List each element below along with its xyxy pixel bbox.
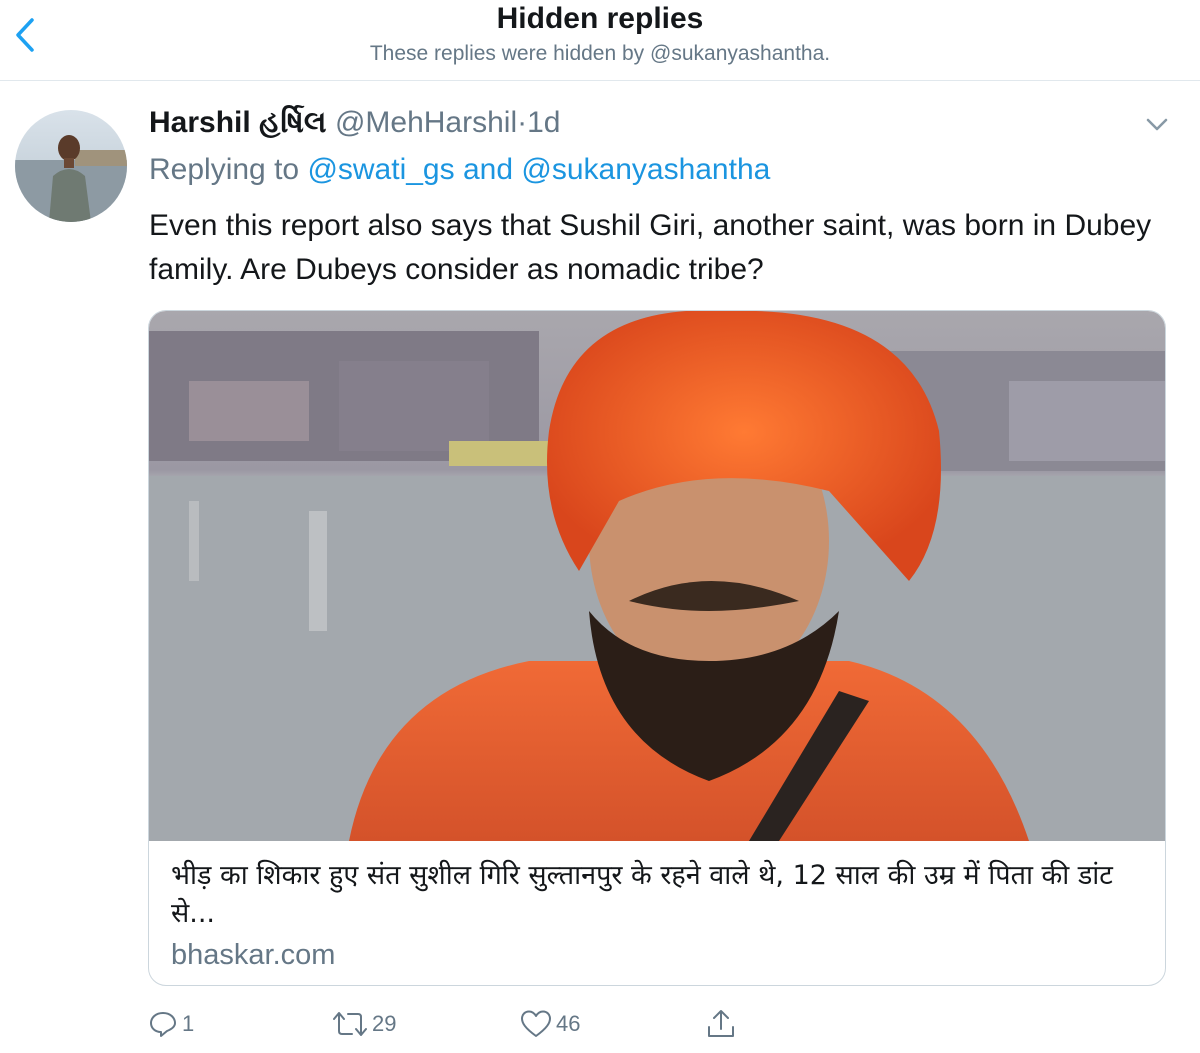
replying-to: Replying to @swati_gs and @sukanyashanth… <box>149 150 770 190</box>
reply-user-link-1[interactable]: @swati_gs <box>307 153 454 186</box>
header: Hidden replies These replies were hidden… <box>0 0 1200 81</box>
timestamp[interactable]: 1d <box>527 106 560 139</box>
like-button[interactable]: 46 <box>520 1006 580 1042</box>
retweet-button[interactable]: 29 <box>332 1006 396 1042</box>
retweet-count: 29 <box>372 1011 397 1036</box>
tweet-text: Even this report also says that Sushil G… <box>149 209 1152 286</box>
heart-icon <box>521 1010 551 1037</box>
replying-prefix: Replying to <box>149 153 300 186</box>
card-image <box>149 311 1165 841</box>
avatar-photo <box>15 110 127 222</box>
tweet-header: Harshil હર્ષિલ @MehHarshil·1d <box>149 103 561 143</box>
card-domain: bhaskar.com <box>171 939 336 971</box>
tweet-actions: 1 29 46 <box>0 1000 1200 1050</box>
avatar[interactable] <box>15 110 127 222</box>
page-title: Hidden replies <box>496 2 704 35</box>
author-handle[interactable]: @MehHarshil <box>335 106 517 139</box>
more-options-button[interactable] <box>1142 110 1172 140</box>
reply-button[interactable]: 1 <box>148 1006 194 1042</box>
like-count: 46 <box>556 1011 581 1036</box>
share-button[interactable] <box>705 1006 737 1042</box>
reply-and: and <box>462 153 514 186</box>
card-text: भीड़ का शिकार हुए संत सुशील गिरि सुल्तान… <box>171 857 1151 975</box>
retweet-icon <box>333 1012 367 1036</box>
chevron-down-icon <box>1146 118 1168 131</box>
reply-count: 1 <box>182 1011 195 1036</box>
share-icon <box>708 1010 734 1037</box>
link-card[interactable]: भीड़ का शिकार हुए संत सुशील गिरि सुल्तान… <box>148 310 1166 986</box>
author-name[interactable]: Harshil હર્ષિલ <box>149 106 327 139</box>
reply-icon <box>150 1012 176 1037</box>
card-title: भीड़ का शिकार हुए संत सुशील गिरि सुल्तान… <box>171 860 1113 929</box>
reply-user-link-2[interactable]: @sukanyashantha <box>521 153 770 186</box>
separator: · <box>517 106 528 139</box>
page-subtitle: These replies were hidden by @sukanyasha… <box>369 42 831 65</box>
